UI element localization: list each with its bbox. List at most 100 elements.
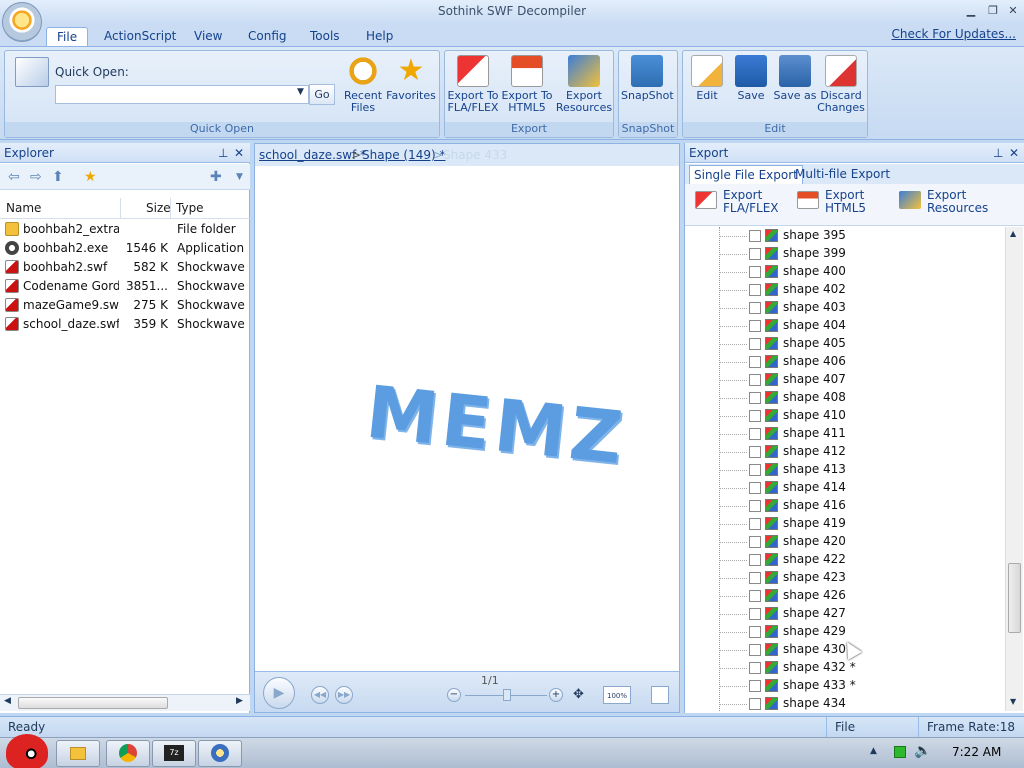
restore-button[interactable]: ❐ xyxy=(984,3,1002,19)
tray-expand-icon[interactable]: ▲ xyxy=(870,746,877,756)
scroll-thumb[interactable] xyxy=(18,697,168,709)
export-fla-button[interactable]: Export To FLA/FLEX xyxy=(447,53,499,121)
favorites-button[interactable]: ★ Favorites xyxy=(385,53,437,121)
shape-checkbox[interactable] xyxy=(749,410,761,422)
go-button[interactable]: Go xyxy=(309,84,335,105)
shape-checkbox[interactable] xyxy=(749,608,761,620)
scroll-left-icon[interactable]: ◀ xyxy=(4,696,11,706)
shape-checkbox[interactable] xyxy=(749,446,761,458)
shape-checkbox[interactable] xyxy=(749,302,761,314)
save-as-button[interactable]: Save as xyxy=(769,53,821,121)
move-icon[interactable]: ✥ xyxy=(573,687,584,702)
file-row[interactable]: mazeGame9.swf 275 K Shockwave Fl xyxy=(0,296,250,315)
fast-forward-button[interactable]: ▶▶ xyxy=(335,686,353,704)
shape-checkbox[interactable] xyxy=(749,590,761,602)
snapshot-button[interactable]: SnapShot xyxy=(621,53,674,121)
rewind-button[interactable]: ◀◀ xyxy=(311,686,329,704)
back-icon[interactable]: ⇦ xyxy=(8,169,20,185)
column-type[interactable]: Type xyxy=(176,201,204,215)
taskbar-chrome[interactable] xyxy=(106,740,150,767)
tab-config[interactable]: Config xyxy=(238,27,297,46)
close-button[interactable]: ✕ xyxy=(1004,3,1022,19)
vertical-scrollbar[interactable]: ▲ ▼ xyxy=(1005,227,1023,711)
tab-view[interactable]: View xyxy=(184,27,232,46)
shape-checkbox[interactable] xyxy=(749,320,761,332)
recent-files-button[interactable]: Recent Files xyxy=(337,53,389,121)
tab-tools[interactable]: Tools xyxy=(300,27,350,46)
up-folder-icon[interactable]: ⬆ xyxy=(52,169,64,185)
zoom-100-icon[interactable]: 100% xyxy=(603,686,631,704)
shape-checkbox[interactable] xyxy=(749,374,761,386)
shape-checkbox[interactable] xyxy=(749,536,761,548)
check-updates-link[interactable]: Check For Updates... xyxy=(892,27,1016,41)
export-html5-action[interactable]: Export HTML5 xyxy=(797,189,885,215)
shape-checkbox[interactable] xyxy=(749,482,761,494)
close-icon[interactable]: ✕ xyxy=(234,143,244,163)
minimize-button[interactable]: ▁ xyxy=(962,3,980,19)
add-icon[interactable]: ✚ xyxy=(210,169,222,185)
chevron-down-icon[interactable]: ▼ xyxy=(297,87,304,97)
tab-multi-file-export[interactable]: Multi-file Export xyxy=(791,165,894,184)
forward-icon[interactable]: ⇨ xyxy=(30,169,42,185)
export-resources-button[interactable]: Export Resources xyxy=(555,53,613,121)
tab-actionscript[interactable]: ActionScript xyxy=(94,27,186,46)
shape-checkbox[interactable] xyxy=(749,644,761,656)
quick-open-input[interactable] xyxy=(55,85,309,104)
network-icon[interactable] xyxy=(894,746,906,758)
volume-icon[interactable]: 🔈 xyxy=(914,743,931,759)
shape-checkbox[interactable] xyxy=(749,680,761,692)
file-row[interactable]: boohbah2.exe 1546 K Application xyxy=(0,239,250,258)
export-html5-button[interactable]: Export To HTML5 xyxy=(501,53,553,121)
taskbar-sothink[interactable] xyxy=(198,740,242,767)
column-name[interactable]: Name xyxy=(6,201,41,215)
zoom-out-button[interactable]: − xyxy=(447,688,461,702)
close-icon[interactable]: ✕ xyxy=(1009,143,1019,163)
shape-checkbox[interactable] xyxy=(749,572,761,584)
shape-checkbox[interactable] xyxy=(749,464,761,476)
taskbar-7zip[interactable]: 7z xyxy=(152,740,196,767)
shape-checkbox[interactable] xyxy=(749,518,761,530)
discard-changes-button[interactable]: Discard Changes xyxy=(815,53,867,121)
fit-icon[interactable] xyxy=(651,686,669,704)
shape-checkbox[interactable] xyxy=(749,356,761,368)
tab-file[interactable]: File xyxy=(46,27,89,46)
shape-checkbox[interactable] xyxy=(749,392,761,404)
file-row[interactable]: Codename Gord... 3851... Shockwave Fl xyxy=(0,277,250,296)
clock[interactable]: 7:22 AM xyxy=(952,745,1001,759)
shape-checkbox[interactable] xyxy=(749,230,761,242)
chevron-down-icon[interactable]: ▼ xyxy=(236,172,243,182)
shape-checkbox[interactable] xyxy=(749,284,761,296)
scroll-down-icon[interactable]: ▼ xyxy=(1010,697,1016,706)
zoom-in-button[interactable]: + xyxy=(549,688,563,702)
shape-checkbox[interactable] xyxy=(749,428,761,440)
export-fla-action[interactable]: Export FLA/FLEX xyxy=(695,189,783,215)
play-button[interactable]: ▶ xyxy=(263,677,295,709)
scroll-up-icon[interactable]: ▲ xyxy=(1010,229,1016,238)
column-size[interactable]: Size xyxy=(146,201,171,215)
shape-checkbox[interactable] xyxy=(749,266,761,278)
shape-checkbox[interactable] xyxy=(749,248,761,260)
shape-checkbox[interactable] xyxy=(749,626,761,638)
file-row[interactable]: school_daze.swf 359 K Shockwave Fl xyxy=(0,315,250,334)
shape-checkbox[interactable] xyxy=(749,554,761,566)
shape-checkbox[interactable] xyxy=(749,338,761,350)
app-menu-button[interactable] xyxy=(2,2,42,42)
pin-icon[interactable]: ⊥ xyxy=(218,143,228,163)
shape-checkbox[interactable] xyxy=(749,698,761,710)
tab-single-file-export[interactable]: Single File Export xyxy=(689,165,803,184)
tab-help[interactable]: Help xyxy=(356,27,403,46)
file-row[interactable]: boohbah2.swf 582 K Shockwave Fl xyxy=(0,258,250,277)
favorites-icon[interactable]: ★ xyxy=(84,169,97,185)
scroll-right-icon[interactable]: ▶ xyxy=(236,696,243,706)
scroll-thumb[interactable] xyxy=(1008,563,1021,633)
start-button-icon[interactable] xyxy=(6,734,48,768)
export-resources-action[interactable]: Export Resources xyxy=(899,189,997,215)
file-row[interactable]: boohbah2_extra... File folder xyxy=(0,220,250,239)
shape-checkbox[interactable] xyxy=(749,662,761,674)
taskbar-explorer[interactable] xyxy=(56,740,100,767)
pin-icon[interactable]: ⊥ xyxy=(993,143,1003,163)
zoom-slider-thumb[interactable] xyxy=(503,689,511,701)
shape-checkbox[interactable] xyxy=(749,500,761,512)
horizontal-scrollbar[interactable]: ◀ ▶ xyxy=(0,694,250,711)
breadcrumb-swf[interactable]: school_daze.swf * xyxy=(259,145,366,165)
